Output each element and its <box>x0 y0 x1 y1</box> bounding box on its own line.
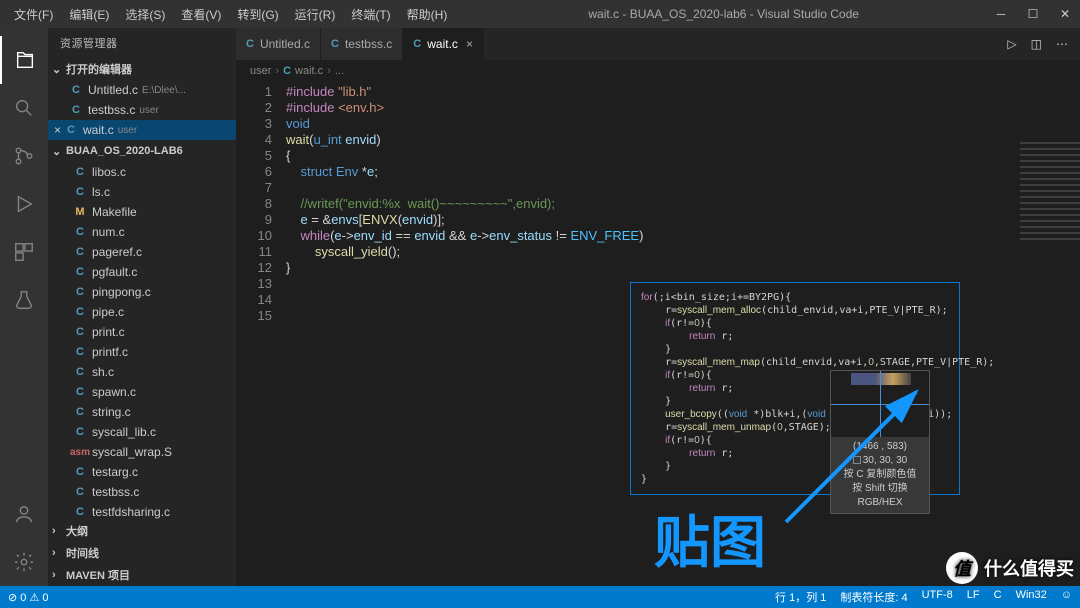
menu-file[interactable]: 文件(F) <box>8 4 59 25</box>
search-icon[interactable] <box>0 84 48 132</box>
file-item[interactable]: asmsyscall_wrap.S <box>48 442 236 462</box>
more-icon[interactable]: ⋯ <box>1056 37 1068 51</box>
editor-tab[interactable]: Cwait.c× <box>403 28 484 60</box>
tab-close-icon[interactable]: × <box>466 37 473 51</box>
magnifier-coords: (1466 , 583) <box>833 440 927 454</box>
file-item[interactable]: Cprint.c <box>48 322 236 342</box>
status-eol[interactable]: LF <box>967 589 980 605</box>
color-picker-magnifier: (1466 , 583) 30, 30, 30 按 C 复制颜色值 按 Shif… <box>830 370 930 514</box>
run-debug-icon[interactable] <box>0 180 48 228</box>
status-feedback-icon[interactable]: ☺ <box>1061 589 1072 605</box>
annotation-text: 贴图 <box>654 498 766 579</box>
menu-edit[interactable]: 编辑(E) <box>63 4 115 25</box>
file-item[interactable]: Cnum.c <box>48 222 236 242</box>
file-item[interactable]: Csyscall_lib.c <box>48 422 236 442</box>
menu-goto[interactable]: 转到(G) <box>231 4 284 25</box>
account-icon[interactable] <box>0 490 48 538</box>
outline-section[interactable]: ›大纲 <box>48 520 236 542</box>
status-indent[interactable]: 制表符长度: 4 <box>840 589 907 605</box>
status-cursor[interactable]: 行 1，列 1 <box>775 589 826 605</box>
timeline-section[interactable]: ›时间线 <box>48 542 236 564</box>
explorer-icon[interactable] <box>0 36 48 84</box>
file-item[interactable]: Cstring.c <box>48 402 236 422</box>
file-item[interactable]: Cpingpong.c <box>48 282 236 302</box>
activity-bar <box>0 28 48 586</box>
sidebar-header: 资源管理器 <box>48 28 236 58</box>
status-platform[interactable]: Win32 <box>1016 589 1047 605</box>
open-editor-item[interactable]: ×Cwait.cuser <box>48 120 236 140</box>
extensions-icon[interactable] <box>0 228 48 276</box>
file-item[interactable]: Cpipe.c <box>48 302 236 322</box>
menu-view[interactable]: 查看(V) <box>175 4 227 25</box>
open-editors-section[interactable]: ⌄打开的编辑器 <box>48 58 236 80</box>
file-item[interactable]: Cpageref.c <box>48 242 236 262</box>
maximize-icon[interactable]: ☐ <box>1026 7 1040 21</box>
titlebar: 文件(F) 编辑(E) 选择(S) 查看(V) 转到(G) 运行(R) 终端(T… <box>0 0 1080 28</box>
test-icon[interactable] <box>0 276 48 324</box>
file-item[interactable]: Cls.c <box>48 182 236 202</box>
settings-icon[interactable] <box>0 538 48 586</box>
file-item[interactable]: Clibos.c <box>48 162 236 182</box>
open-editor-item[interactable]: CUntitled.cE:\Dlee\... <box>48 80 236 100</box>
breadcrumb[interactable]: user› Cwait.c› ... <box>236 60 1080 82</box>
watermark: 值 什么值得买 <box>946 552 1074 584</box>
status-encoding[interactable]: UTF-8 <box>922 589 953 605</box>
minimap[interactable] <box>1020 142 1080 242</box>
file-item[interactable]: Csh.c <box>48 362 236 382</box>
minimize-icon[interactable]: ─ <box>994 7 1008 21</box>
close-icon[interactable]: ✕ <box>1058 7 1072 21</box>
editor-tab[interactable]: Ctestbss.c <box>321 28 403 60</box>
file-item[interactable]: MMakefile <box>48 202 236 222</box>
folder-section[interactable]: ⌄BUAA_OS_2020-LAB6 <box>48 140 236 162</box>
editor-tab[interactable]: CUntitled.c <box>236 28 321 60</box>
status-problems[interactable]: ⊘ 0 ⚠ 0 <box>8 591 48 604</box>
file-item[interactable]: Cpgfault.c <box>48 262 236 282</box>
magnifier-rgb: 30, 30, 30 <box>833 454 927 468</box>
explorer-sidebar: 资源管理器 ⌄打开的编辑器 CUntitled.cE:\Dlee\...Ctes… <box>48 28 236 586</box>
split-editor-icon[interactable]: ◫ <box>1031 37 1042 51</box>
status-bar: ⊘ 0 ⚠ 0 行 1，列 1 制表符长度: 4 UTF-8 LF C Win3… <box>0 586 1080 608</box>
menu-run[interactable]: 运行(R) <box>289 4 342 25</box>
watermark-icon: 值 <box>946 552 978 584</box>
open-editor-item[interactable]: Ctestbss.cuser <box>48 100 236 120</box>
file-item[interactable]: Ctestfdsharing.c <box>48 502 236 520</box>
menu-help[interactable]: 帮助(H) <box>401 4 454 25</box>
magnifier-hint2: 按 Shift 切换 RGB/HEX <box>833 482 927 510</box>
editor-area: CUntitled.cCtestbss.cCwait.c× ▷ ◫ ⋯ user… <box>236 28 1080 586</box>
source-control-icon[interactable] <box>0 132 48 180</box>
window-title: wait.c - BUAA_OS_2020-lab6 - Visual Stud… <box>453 7 994 21</box>
status-lang[interactable]: C <box>994 589 1002 605</box>
tabs-bar: CUntitled.cCtestbss.cCwait.c× ▷ ◫ ⋯ <box>236 28 1080 60</box>
menu-terminal[interactable]: 终端(T) <box>345 4 396 25</box>
file-item[interactable]: Cprintf.c <box>48 342 236 362</box>
file-item[interactable]: Cspawn.c <box>48 382 236 402</box>
menu-select[interactable]: 选择(S) <box>119 4 171 25</box>
maven-section[interactable]: ›MAVEN 项目 <box>48 564 236 586</box>
file-item[interactable]: Ctestbss.c <box>48 482 236 502</box>
run-icon[interactable]: ▷ <box>1007 37 1016 51</box>
magnifier-hint1: 按 C 复制颜色值 <box>833 468 927 482</box>
file-item[interactable]: Ctestarg.c <box>48 462 236 482</box>
menu-bar: 文件(F) 编辑(E) 选择(S) 查看(V) 转到(G) 运行(R) 终端(T… <box>8 4 453 25</box>
